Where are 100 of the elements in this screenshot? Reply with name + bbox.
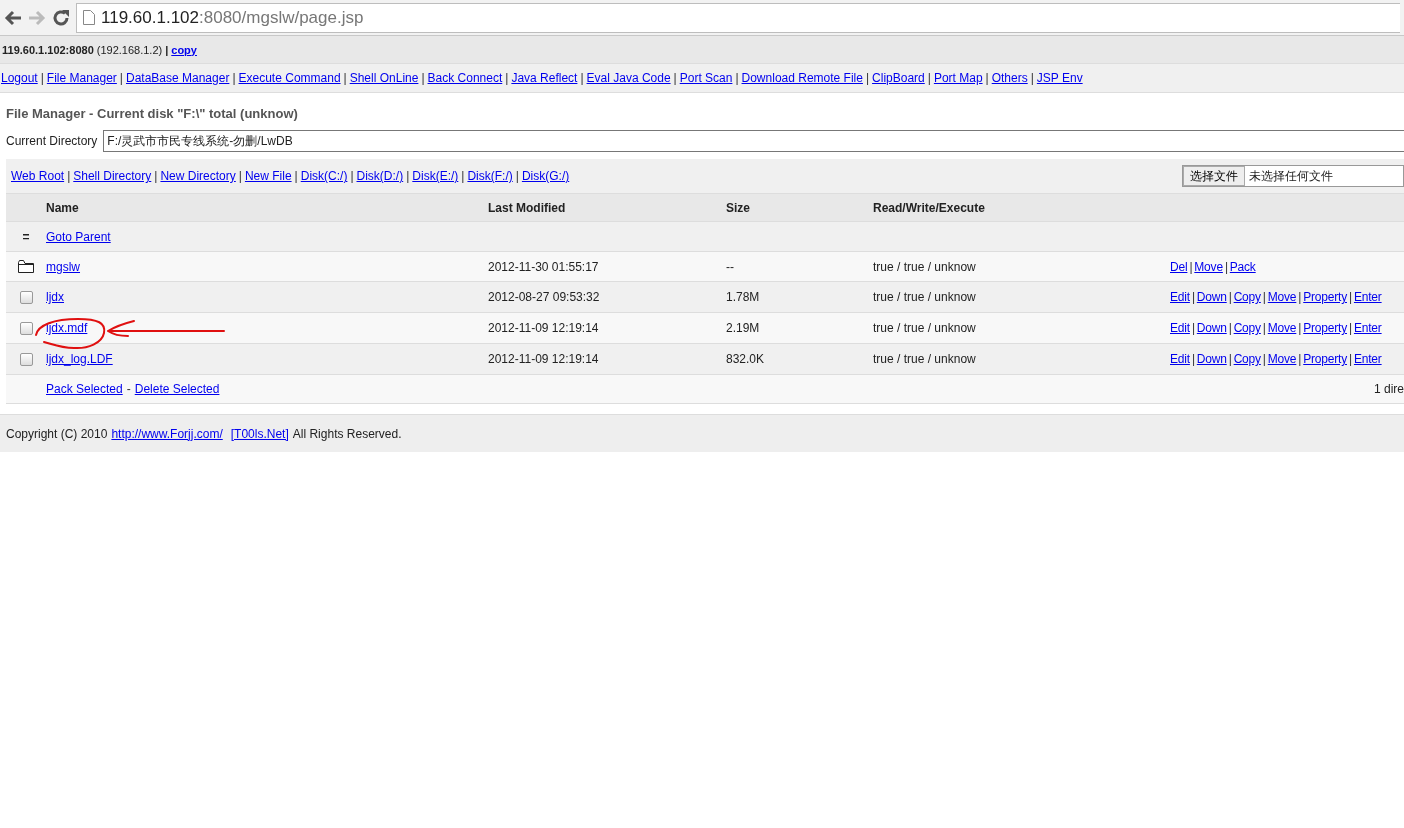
action-link[interactable]: Move (1267, 290, 1297, 304)
separator: | (673, 71, 677, 85)
column-header: Last Modified (488, 200, 567, 215)
column-header: Size (726, 200, 751, 215)
action-link[interactable]: Copy (1233, 352, 1261, 366)
separator: | (985, 71, 989, 85)
action-link[interactable]: Enter (1353, 290, 1382, 304)
action-link[interactable]: Pack (1229, 259, 1256, 274)
choose-file-button[interactable]: 选择文件 (1183, 166, 1245, 186)
action-link[interactable]: Property (1303, 352, 1347, 366)
separator: | (350, 169, 354, 183)
nav-link[interactable]: Logout (1, 71, 38, 85)
file-link[interactable]: mgslw (46, 259, 80, 274)
checkbox[interactable] (19, 352, 33, 366)
toolbar-link[interactable]: Disk(E:/) (412, 169, 459, 183)
separator: | (461, 169, 465, 183)
toolbar-link[interactable]: Shell Directory (73, 169, 152, 183)
footer-link[interactable]: Delete Selected (134, 382, 220, 396)
nav-link[interactable]: Java Reflect (511, 71, 578, 85)
file-size: 832.0K (726, 352, 766, 366)
action-link[interactable]: Move (1267, 321, 1297, 335)
separator: | (1349, 321, 1352, 335)
footer-link[interactable]: Pack Selected (46, 382, 123, 396)
file-size: -- (726, 259, 735, 274)
toolbar-link[interactable]: Web Root (11, 169, 65, 183)
separator: | (1191, 321, 1195, 335)
nav-link[interactable]: ClipBoard (872, 71, 925, 85)
separator: | (232, 71, 236, 85)
action-link[interactable]: Down (1196, 290, 1227, 304)
copy-link[interactable]: copy (171, 43, 197, 56)
toolbar-link[interactable]: Disk(D:/) (356, 169, 404, 183)
separator: | (119, 71, 123, 85)
nav-link[interactable]: Execute Command (238, 71, 341, 85)
separator: | (1191, 352, 1195, 366)
toolbar-link[interactable]: Disk(C:/) (300, 169, 348, 183)
modified-date: 2012-08-27 09:53:32 (488, 290, 601, 304)
url-text: 119.60.1.102:8080/mgslw/page.jsp (101, 7, 364, 28)
nav-link[interactable]: DataBase Manager (126, 71, 230, 85)
file-link[interactable]: ljdx_log.LDF (46, 352, 113, 366)
directory-label: Current Directory (6, 134, 98, 148)
separator: | (865, 71, 870, 85)
summary-text: 1 dire (1373, 382, 1404, 396)
file-size: 2.19M (726, 321, 761, 335)
nav-link[interactable]: Back Connect (427, 71, 503, 85)
action-link[interactable]: Enter (1353, 321, 1382, 335)
nav-link[interactable]: Port Scan (679, 71, 733, 85)
nav-link[interactable]: Shell OnLine (349, 71, 419, 85)
separator: | (294, 169, 298, 183)
address-bar[interactable]: 119.60.1.102:8080/mgslw/page.jsp (76, 2, 1400, 33)
separator: | (1191, 290, 1195, 304)
action-link[interactable]: Edit (1170, 352, 1190, 366)
nav-link[interactable]: JSP Env (1036, 71, 1083, 85)
action-link[interactable]: Move (1267, 352, 1297, 366)
parent-link[interactable]: Goto Parent (46, 229, 111, 244)
tools-link[interactable]: [T00ls.Net] (230, 426, 289, 441)
action-link[interactable]: Enter (1353, 352, 1382, 366)
action-link[interactable]: Copy (1233, 321, 1261, 335)
separator: | (1349, 352, 1352, 366)
separator: | (735, 71, 739, 85)
permissions: true / true / unknow (873, 321, 977, 335)
nav-link[interactable]: Eval Java Code (586, 71, 671, 85)
separator: | (154, 169, 158, 183)
file-picker[interactable]: 选择文件 未选择任何文件 (1182, 165, 1404, 187)
separator: | (505, 71, 509, 85)
action-link[interactable]: Del (1170, 259, 1188, 274)
action-link[interactable]: Down (1196, 321, 1227, 335)
action-link[interactable]: Move (1194, 259, 1223, 274)
permissions: true / true / unknow (873, 259, 977, 274)
toolbar-link[interactable]: New Directory (160, 169, 236, 183)
separator: | (1228, 321, 1232, 335)
column-header: Read/Write/Execute (873, 200, 986, 215)
separator: | (1349, 290, 1352, 304)
directory-field[interactable]: F:/灵武市市民专线系统-勿删/LwDB (103, 130, 1404, 152)
nav-link[interactable]: Port Map (933, 71, 983, 85)
separator: | (1298, 352, 1302, 366)
toolbar-link[interactable]: New File (244, 169, 292, 183)
action-link[interactable]: Property (1303, 290, 1347, 304)
separator: | (165, 43, 169, 56)
action-link[interactable]: Edit (1170, 290, 1190, 304)
nav-link[interactable]: Others (991, 71, 1028, 85)
reload-icon[interactable] (52, 8, 70, 27)
forward-icon[interactable] (28, 9, 46, 26)
nav-link[interactable]: File Manager (46, 71, 117, 85)
nav-link[interactable]: Download Remote File (741, 71, 863, 85)
toolbar-link[interactable]: Disk(G:/) (521, 169, 570, 183)
copyright-text: Copyright (C) 2010 (6, 426, 108, 441)
separator: | (1228, 352, 1232, 366)
site-link[interactable]: http://www.Forjj.com/ (111, 426, 223, 441)
back-icon[interactable] (4, 9, 22, 26)
action-link[interactable]: Down (1196, 352, 1227, 366)
file-link[interactable]: ljdx (46, 290, 64, 304)
action-link[interactable]: Property (1303, 321, 1347, 335)
action-link[interactable]: Copy (1233, 290, 1261, 304)
page-icon (83, 10, 95, 25)
checkbox[interactable] (19, 290, 33, 304)
toolbar-link[interactable]: Disk(F:/) (467, 169, 513, 183)
file-link[interactable]: ljdx.mdf (46, 321, 88, 335)
checkbox[interactable] (19, 321, 33, 335)
ip-address: (192.168.1.2) (96, 43, 163, 56)
action-link[interactable]: Edit (1170, 321, 1190, 335)
